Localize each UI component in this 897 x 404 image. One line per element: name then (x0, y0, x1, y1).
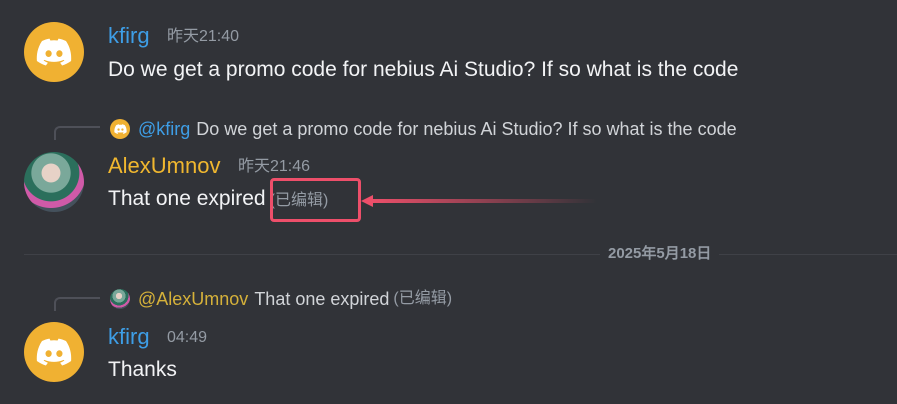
message-content: Do we get a promo code for nebius Ai Stu… (108, 58, 739, 81)
reply-username[interactable]: @kfirg (138, 120, 190, 138)
reply-preview[interactable]: @kfirg Do we get a promo code for nebius… (110, 119, 737, 139)
reply-avatar (110, 119, 130, 139)
avatar[interactable] (24, 22, 84, 82)
chat-window: kfirg 昨天21:40 Do we get a promo code for… (0, 0, 897, 404)
annotation-highlight-box (270, 178, 361, 222)
discord-logo-icon (36, 338, 72, 366)
avatar[interactable] (24, 322, 84, 382)
reply-text: That one expired (254, 289, 390, 309)
username[interactable]: kfirg (108, 25, 150, 47)
reply-avatar (110, 289, 130, 309)
username[interactable]: kfirg (108, 326, 150, 348)
message-text: That one expired (108, 187, 266, 210)
discord-logo-icon (113, 124, 127, 134)
reply-text: Do we get a promo code for nebius Ai Stu… (196, 119, 737, 139)
date-divider: 2025年5月18日 (600, 243, 720, 265)
reply-username[interactable]: @AlexUmnov (138, 290, 248, 308)
annotation-arrow-icon (361, 195, 597, 207)
reply-spine (54, 126, 100, 140)
message-timestamp: 04:49 (167, 329, 208, 346)
discord-logo-icon (36, 38, 72, 66)
reply-edited-label: (已编辑) (393, 290, 453, 307)
date-divider-line (24, 254, 897, 255)
message-timestamp: 昨天21:40 (167, 28, 240, 45)
reply-spine (54, 297, 100, 311)
username[interactable]: AlexUmnov (108, 155, 220, 177)
message-timestamp: 昨天21:46 (238, 158, 311, 175)
avatar[interactable] (24, 152, 84, 212)
reply-preview[interactable]: @AlexUmnov That one expired (已编辑) (110, 289, 452, 309)
message-content: Thanks (108, 358, 177, 381)
